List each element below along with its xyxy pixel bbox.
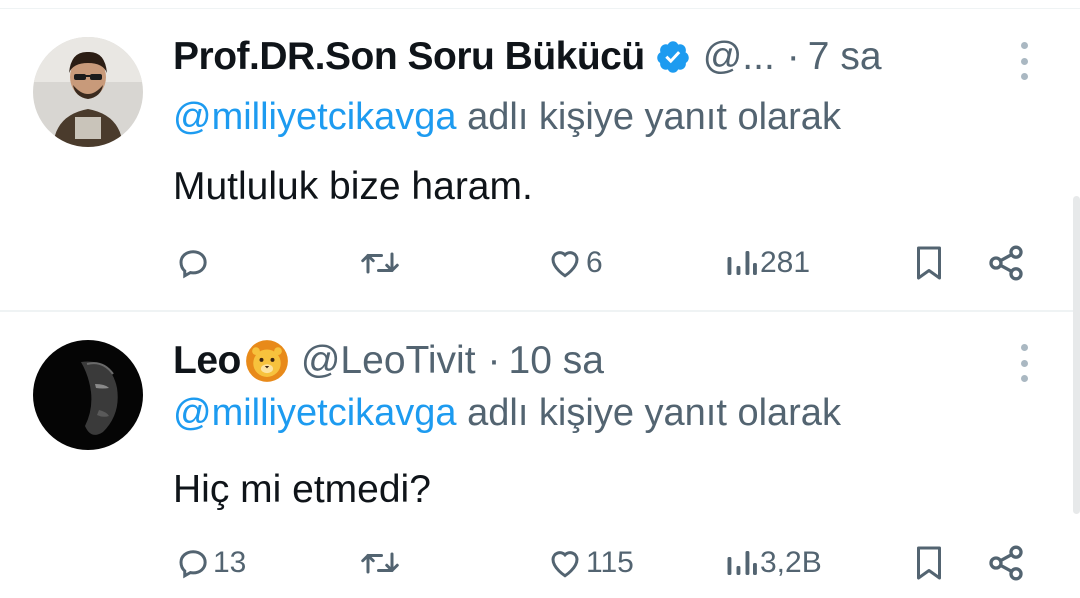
author-name[interactable]: Prof.DR.Son Soru Bükücü (173, 35, 645, 79)
reply-icon (175, 245, 211, 281)
timestamp[interactable]: 7 sa (808, 35, 882, 79)
timestamp[interactable]: 10 sa (509, 339, 604, 383)
reply-mention-link[interactable]: @milliyetcikavga (173, 96, 457, 138)
separator-dot: · (786, 35, 800, 78)
retweet-icon (358, 545, 402, 581)
lion-emoji-icon (245, 339, 289, 383)
like-button[interactable]: 6 (546, 238, 603, 288)
author-name[interactable]: Leo (173, 339, 241, 383)
bookmark-icon (911, 243, 947, 283)
tweet-text: Hiç mi etmedi? (173, 468, 431, 511)
views-button[interactable]: 3,2B (724, 538, 822, 588)
reply-button[interactable]: 13 (175, 538, 246, 588)
tweet-actions: 6 281 (0, 238, 1080, 288)
reply-button[interactable] (175, 238, 213, 288)
bookmark-button[interactable] (911, 238, 947, 288)
like-button[interactable]: 115 (546, 538, 634, 588)
share-icon (986, 243, 1026, 283)
share-button[interactable] (986, 238, 1026, 288)
more-icon[interactable] (1016, 42, 1032, 80)
author-handle[interactable]: @LeoTivit (301, 339, 476, 383)
tweet[interactable]: Leo @LeoTivit · 10 sa @milliyetcikavga a… (0, 312, 1080, 598)
reply-context-text: adlı kişiye yanıt olarak (456, 96, 841, 138)
bookmark-icon (911, 543, 947, 583)
retweet-button[interactable] (358, 538, 404, 588)
separator-dot: · (487, 339, 501, 382)
views-icon (724, 545, 758, 581)
heart-icon (546, 245, 584, 281)
views-count: 3,2B (760, 546, 822, 579)
reply-context: @milliyetcikavga adlı kişiye yanıt olara… (173, 96, 841, 139)
retweet-button[interactable] (358, 238, 404, 288)
reply-context-text: adlı kişiye yanıt olarak (456, 392, 841, 434)
retweet-icon (358, 245, 402, 281)
more-icon[interactable] (1016, 344, 1032, 382)
verified-badge-icon (655, 39, 691, 75)
tweet-header: Leo @LeoTivit · 10 sa (173, 336, 604, 386)
reply-context: @milliyetcikavga adlı kişiye yanıt olara… (173, 392, 841, 435)
tweet-text: Mutluluk bize haram. (173, 165, 533, 208)
bookmark-button[interactable] (911, 538, 947, 588)
like-count: 6 (586, 246, 603, 279)
views-button[interactable]: 281 (724, 238, 810, 288)
share-button[interactable] (986, 538, 1026, 588)
views-count: 281 (760, 246, 811, 279)
heart-icon (546, 545, 584, 581)
tweet-header: Prof.DR.Son Soru Bükücü @... · 7 sa (173, 32, 882, 82)
avatar[interactable] (33, 340, 143, 450)
share-icon (986, 543, 1026, 583)
views-icon (724, 245, 758, 281)
reply-count: 13 (213, 546, 247, 579)
tweet-actions: 13 115 3,2B (0, 538, 1080, 588)
reply-icon (175, 545, 211, 581)
scrollbar[interactable] (1073, 196, 1080, 514)
like-count: 115 (586, 546, 634, 579)
author-handle[interactable]: @... (703, 35, 775, 79)
avatar[interactable] (33, 37, 143, 147)
tweet[interactable]: Prof.DR.Son Soru Bükücü @... · 7 sa @mil… (0, 0, 1080, 310)
reply-mention-link[interactable]: @milliyetcikavga (173, 392, 457, 434)
